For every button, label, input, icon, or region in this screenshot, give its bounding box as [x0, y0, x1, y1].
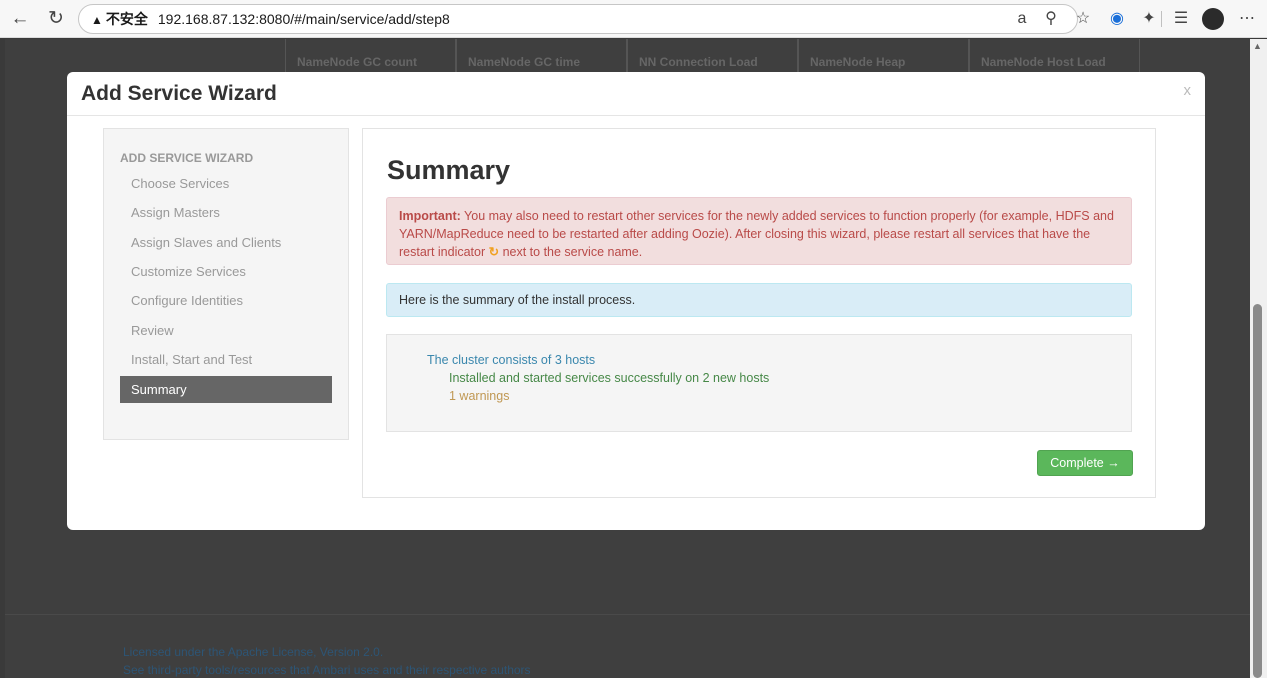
sidebar-item-assign-masters[interactable]: Assign Masters: [120, 199, 332, 226]
browser-toolbar: ← ↻ ▲ 不安全 192.168.87.132:8080/#/main/servi…: [0, 0, 1267, 38]
modal-header: Add Service Wizard x: [67, 72, 1205, 116]
reload-button[interactable]: ↻: [44, 7, 68, 31]
metric-header: NameNode GC time: [456, 39, 627, 73]
install-summary-box: The cluster consists of 3 hosts Installe…: [386, 334, 1132, 432]
toolbar-divider: [1161, 11, 1162, 27]
url-text: 192.168.87.132:8080/#/main/service/add/s…: [157, 11, 450, 27]
sidebar-item-configure-identities[interactable]: Configure Identities: [120, 287, 332, 314]
metric-header-row: NameNode GC count NameNode GC time NN Co…: [285, 39, 1140, 73]
page-footer: Licensed under the Apache License, Versi…: [5, 614, 1250, 678]
hosts-summary-line: The cluster consists of 3 hosts: [427, 353, 596, 367]
metric-header: NN Connection Load: [627, 39, 798, 73]
extension-icon[interactable]: ◉: [1106, 8, 1128, 30]
favorites-list-icon[interactable]: ☰: [1170, 8, 1192, 30]
sidebar-item-choose-services[interactable]: Choose Services: [120, 170, 332, 197]
sidebar-item-customize-services[interactable]: Customize Services: [120, 258, 332, 285]
metric-header: NameNode GC count: [285, 39, 456, 73]
security-warning[interactable]: ▲ 不安全: [91, 11, 148, 27]
metric-header: NameNode Heap: [798, 39, 969, 73]
sidebar-item-review[interactable]: Review: [120, 317, 332, 344]
sidebar-item-install-start-test[interactable]: Install, Start and Test: [120, 346, 332, 373]
important-label: Important:: [399, 209, 461, 223]
page-scrollbar[interactable]: ▲: [1250, 39, 1267, 678]
sidebar-item-summary[interactable]: Summary: [120, 376, 332, 403]
license-link[interactable]: Licensed under the Apache License, Versi…: [123, 645, 383, 659]
sidebar-header: ADD SERVICE WIZARD: [120, 151, 254, 165]
wizard-content: Summary Important: You may also need to …: [362, 128, 1156, 498]
puzzle-icon[interactable]: ✦: [1138, 8, 1160, 30]
zoom-icon[interactable]: ⚲: [1040, 8, 1062, 30]
read-aloud-icon[interactable]: a: [1011, 8, 1033, 30]
warning-icon: ▲: [91, 13, 103, 27]
warnings-link[interactable]: 1 warnings: [449, 389, 509, 403]
sidebar-item-assign-slaves[interactable]: Assign Slaves and Clients: [120, 229, 332, 256]
more-icon[interactable]: ⋯: [1236, 8, 1258, 30]
page-title: Summary: [387, 155, 511, 185]
scroll-thumb[interactable]: [1253, 304, 1262, 678]
close-button[interactable]: x: [1184, 82, 1192, 99]
security-warning-label: 不安全: [105, 11, 148, 27]
important-text-end: next to the service name.: [499, 245, 643, 259]
back-button[interactable]: ←: [8, 7, 32, 31]
complete-button[interactable]: Complete →: [1037, 450, 1133, 476]
restart-indicator-icon: ↻: [488, 245, 500, 259]
metric-header: NameNode Host Load: [969, 39, 1140, 73]
wizard-sidebar: ADD SERVICE WIZARD Choose Services Assig…: [103, 128, 349, 440]
success-summary-line: Installed and started services successfu…: [449, 371, 770, 385]
scroll-up-icon[interactable]: ▲: [1253, 41, 1262, 51]
profile-avatar[interactable]: [1202, 8, 1224, 30]
add-service-wizard-modal: Add Service Wizard x ADD SERVICE WIZARD …: [67, 72, 1205, 530]
address-bar[interactable]: ▲ 不安全 192.168.87.132:8080/#/main/service/a…: [78, 4, 1078, 34]
important-alert: Important: You may also need to restart …: [386, 197, 1132, 265]
info-alert: Here is the summary of the install proce…: [386, 283, 1132, 317]
third-party-link[interactable]: See third-party tools/resources that Amb…: [123, 663, 531, 677]
favorite-star-icon[interactable]: ☆: [1072, 8, 1094, 30]
modal-title: Add Service Wizard: [81, 82, 277, 105]
